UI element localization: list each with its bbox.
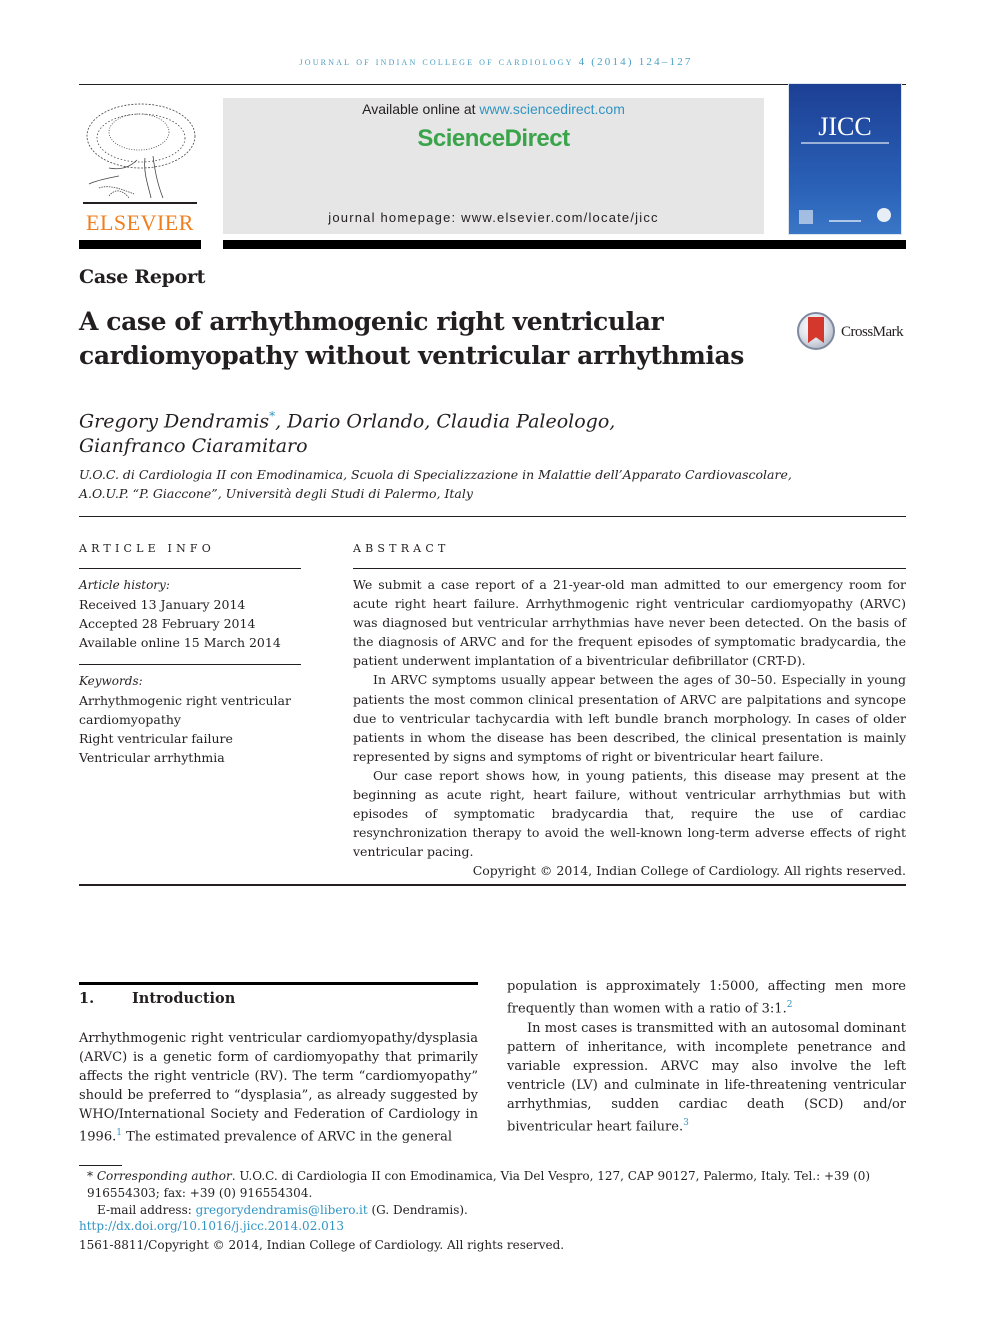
crossmark-button[interactable]: CrossMark: [797, 312, 909, 356]
footnotes: * Corresponding author. U.O.C. di Cardio…: [79, 1168, 909, 1254]
cover-seal-icon: [877, 208, 891, 222]
body-column-right: population is approximately 1:5000, affe…: [507, 977, 906, 1136]
divider: [79, 982, 478, 985]
author-name[interactable]: Gregory Dendramis: [79, 410, 269, 432]
body-paragraph: In most cases is transmitted with an aut…: [507, 1020, 906, 1135]
article-history: Article history: Received 13 January 201…: [79, 576, 301, 652]
article-type: Case Report: [79, 266, 206, 288]
divider: [79, 84, 906, 85]
divider: [223, 240, 906, 249]
body-column-left: Arrhythmogenic right ventricular cardiom…: [79, 1029, 478, 1147]
section-heading: 1. Introduction: [79, 990, 236, 1007]
citation-link[interactable]: 2: [787, 1000, 793, 1010]
affiliation: U.O.C. di Cardiologia II con Emodinamica…: [79, 467, 792, 501]
abstract-paragraph: We submit a case report of a 21-year-old…: [353, 577, 906, 669]
abstract-paragraph: In ARVC symptoms usually appear between …: [353, 672, 906, 764]
running-head: Journal of Indian College of Cardiology …: [299, 56, 693, 68]
crossmark-label: CrossMark: [841, 324, 904, 340]
footnote-divider: [79, 1165, 122, 1166]
keyword: Right ventricular failure: [79, 731, 233, 746]
cover-elsevier-icon: [799, 210, 813, 224]
received-date: Received 13 January 2014: [79, 597, 246, 612]
body-paragraph: population is approximately 1:5000, affe…: [507, 979, 906, 1017]
sciencedirect-logo[interactable]: ScienceDirect: [223, 125, 764, 153]
body-paragraph: Arrhythmogenic right ventricular cardiom…: [79, 1031, 478, 1145]
journal-cover[interactable]: JICC: [788, 83, 902, 235]
doi-link[interactable]: http://dx.doi.org/10.1016/j.jicc.2014.02…: [79, 1219, 344, 1233]
divider: [79, 568, 301, 569]
elsevier-tree-icon: [83, 103, 197, 204]
cover-footer-bar: [829, 220, 861, 222]
abstract-paragraph: Our case report shows how, in young pati…: [353, 767, 906, 860]
keywords: Keywords: Arrhythmogenic right ventricul…: [79, 672, 301, 767]
online-date: Available online 15 March 2014: [79, 635, 281, 650]
available-online-text: Available online at www.sciencedirect.co…: [362, 101, 625, 117]
email-link[interactable]: gregorydendramis@libero.it: [196, 1203, 368, 1217]
author-name[interactable]: Gianfranco Ciaramitaro: [79, 434, 779, 459]
cover-title: JICC: [818, 112, 872, 141]
journal-homepage[interactable]: journal homepage: www.elsevier.com/locat…: [223, 210, 764, 225]
article-info-heading: ARTICLE INFO: [79, 542, 215, 555]
article-title: A case of arrhythmogenic right ventricul…: [79, 307, 744, 370]
abstract-heading: ABSTRACT: [353, 542, 450, 555]
elsevier-logo[interactable]: ELSEVIER: [79, 98, 201, 236]
divider: [79, 516, 906, 517]
citation-link[interactable]: 3: [683, 1118, 689, 1128]
divider: [353, 568, 906, 569]
keyword: Arrhythmogenic right ventricular cardiom…: [79, 693, 291, 727]
sciencedirect-banner: Available online at www.sciencedirect.co…: [223, 98, 764, 234]
email-note: E-mail address: gregorydendramis@libero.…: [97, 1202, 468, 1217]
divider: [79, 884, 906, 886]
elsevier-wordmark: ELSEVIER: [86, 210, 194, 235]
keyword: Ventricular arrhythmia: [79, 750, 225, 765]
issn-copyright: 1561-8811/Copyright © 2014, Indian Colle…: [79, 1238, 565, 1253]
accepted-date: Accepted 28 February 2014: [79, 616, 256, 631]
divider: [79, 664, 301, 665]
abstract-body: We submit a case report of a 21-year-old…: [353, 575, 906, 881]
corresponding-author-note: * Corresponding author. U.O.C. di Cardio…: [87, 1169, 871, 1200]
author-list: Gregory Dendramis*, Dario Orlando, Claud…: [79, 404, 779, 459]
sciencedirect-link[interactable]: www.sciencedirect.com: [479, 101, 625, 117]
cover-subtitle-bar: [801, 142, 889, 144]
divider: [79, 240, 201, 249]
abstract-copyright: Copyright © 2014, Indian College of Card…: [472, 863, 906, 879]
